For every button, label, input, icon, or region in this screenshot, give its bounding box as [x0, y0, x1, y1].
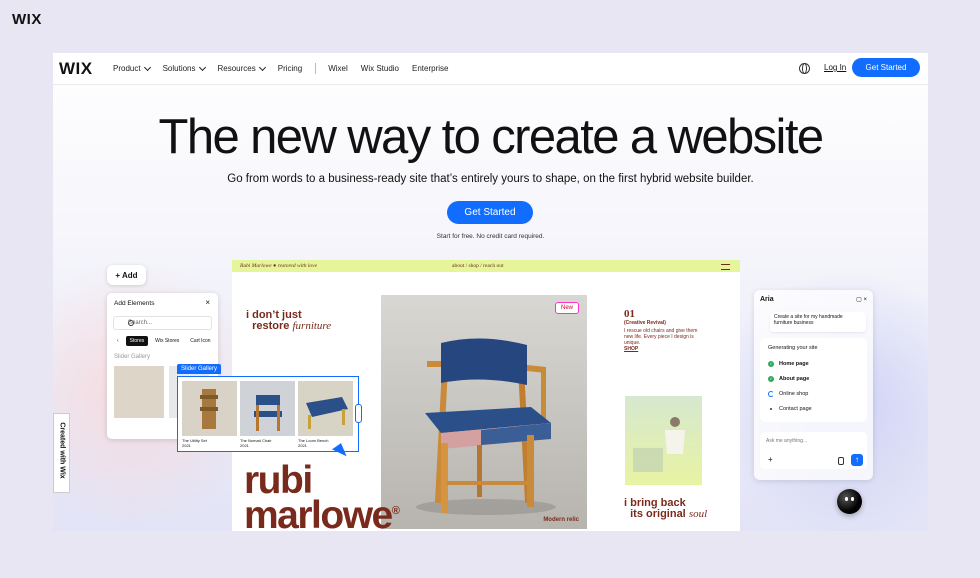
check-icon: ✓ [768, 376, 774, 382]
chevron-down-icon [143, 63, 151, 71]
nav-item-solutions[interactable]: Solutions [162, 63, 206, 73]
menu-icon[interactable] [721, 264, 730, 270]
resize-handle[interactable] [355, 404, 362, 423]
tab-stores[interactable]: Stores [125, 336, 149, 346]
nav-label: Product [113, 64, 141, 73]
generation-status: Generating your site ✓ Home page ✓ About p… [760, 338, 867, 422]
user-prompt: Create a site for my handmade furniture … [770, 312, 866, 332]
nav-item-pricing[interactable]: Pricing [278, 64, 302, 73]
tab-wix-stores[interactable]: Wix Stores [151, 336, 183, 346]
hero-subheadline: Go from words to a business-ready site t… [227, 173, 754, 185]
globe-icon[interactable] [799, 63, 810, 74]
site-brand: Rubi Marlowe ● restored with love [240, 263, 318, 269]
nav-logo[interactable]: WIX [59, 59, 93, 79]
aria-avatar[interactable] [837, 489, 862, 514]
search-input[interactable]: Search... [113, 316, 212, 330]
shop-link[interactable]: SHOP [624, 346, 638, 352]
step-home: ✓ Home page [768, 361, 809, 367]
site-header: Rubi Marlowe ● restored with love about … [232, 260, 740, 272]
restore-tagline: i don’t just restore furniture [246, 309, 332, 332]
section-text: (Creative Revival) I rescue old chairs a… [624, 320, 698, 346]
nav-item-resources[interactable]: Resources [217, 63, 266, 73]
step-shop: Online shop [768, 391, 808, 397]
hero-headline: The new way to create a website [158, 110, 825, 164]
site-links[interactable]: about / shop / reach out [452, 263, 503, 269]
nav-get-started-button[interactable]: Get Started [852, 58, 920, 77]
section-number: 01 [624, 308, 635, 320]
chat-input[interactable]: Ask me anything... + ↑ [760, 432, 867, 469]
slider-gallery-tag: Slider Gallery [177, 364, 222, 374]
new-badge: New [554, 302, 579, 314]
nav-item-enterprise[interactable]: Enterprise [412, 64, 448, 73]
nav-label: Pricing [277, 64, 303, 73]
hero-frame: WIX Product Solutions Resources Pricing … [53, 53, 928, 531]
nav-item-wixel[interactable]: Wixel [328, 64, 348, 73]
gallery-thumbnail[interactable] [114, 366, 164, 418]
secondary-photo [625, 396, 702, 485]
nav-label: Resources [217, 64, 256, 73]
product-year: 2021 [298, 443, 307, 448]
nav-divider [315, 63, 317, 74]
created-with-wix-badge[interactable]: Created with Wix [53, 413, 70, 493]
product-image [240, 381, 295, 436]
aria-title: Aria [760, 296, 774, 303]
step-about: ✓ About page [768, 376, 810, 382]
bullet-icon [770, 408, 772, 410]
hero-note: Start for free. No credit card required. [436, 233, 545, 240]
wix-logo[interactable]: WIX [12, 11, 42, 28]
bring-back-tagline: i bring back its original soul [624, 497, 708, 520]
nav-item-product[interactable]: Product [113, 63, 151, 73]
hero-get-started-button[interactable]: Get Started [447, 201, 533, 224]
add-elements-button[interactable]: + Add [107, 265, 146, 285]
send-button[interactable]: ↑ [851, 454, 863, 466]
microphone-icon[interactable] [838, 457, 844, 465]
section-label: Slider Gallery [114, 354, 151, 360]
chevron-down-icon [258, 63, 266, 71]
gallery-item[interactable]: The Loom Bench 2021 [298, 381, 353, 448]
product-year: 2021 [182, 443, 191, 448]
check-icon: ✓ [768, 361, 774, 367]
photo-caption: Modern relic [543, 517, 579, 523]
generation-title: Generating your site [768, 345, 818, 351]
chevron-down-icon [198, 63, 206, 71]
top-nav: WIX Product Solutions Resources Pricing … [53, 53, 928, 85]
product-year: 2021 [240, 443, 249, 448]
gallery-item[interactable]: The Utility Set 2021 [182, 381, 237, 448]
spinner-icon [768, 391, 774, 397]
nav-label: Solutions [162, 64, 196, 73]
gallery-item[interactable]: The Nomad Chair 2021 [240, 381, 295, 448]
chair-illustration [416, 338, 556, 515]
step-contact: Contact page [768, 406, 812, 412]
nav-menu: Product Solutions Resources Pricing Wixe… [113, 63, 461, 74]
plus-icon[interactable]: + [768, 455, 773, 464]
panel-tabs: ‹ Stores Wix Stores Cart Icon [113, 336, 218, 346]
close-icon[interactable]: × [205, 298, 210, 307]
chair-photo: New Modern relic [381, 295, 587, 529]
brand-wordmark: rubi marlowe® [244, 459, 400, 531]
nav-item-wix-studio[interactable]: Wix Studio [361, 64, 399, 73]
panel-title: Add Elements [114, 300, 155, 307]
back-icon[interactable]: ‹ [113, 336, 123, 346]
login-link[interactable]: Log In [824, 63, 846, 72]
product-image [182, 381, 237, 436]
product-image [298, 381, 353, 436]
workshop-illustration [633, 417, 685, 472]
tab-cart-icon[interactable]: Cart Icon [186, 336, 214, 346]
chat-icon[interactable]: ▢ × [856, 296, 867, 303]
slider-gallery[interactable]: The Utility Set 2021 The Nomad Chair 2021 … [177, 376, 362, 452]
aria-assistant-panel: Aria ▢ × Create a site for my handmade f… [754, 290, 873, 480]
